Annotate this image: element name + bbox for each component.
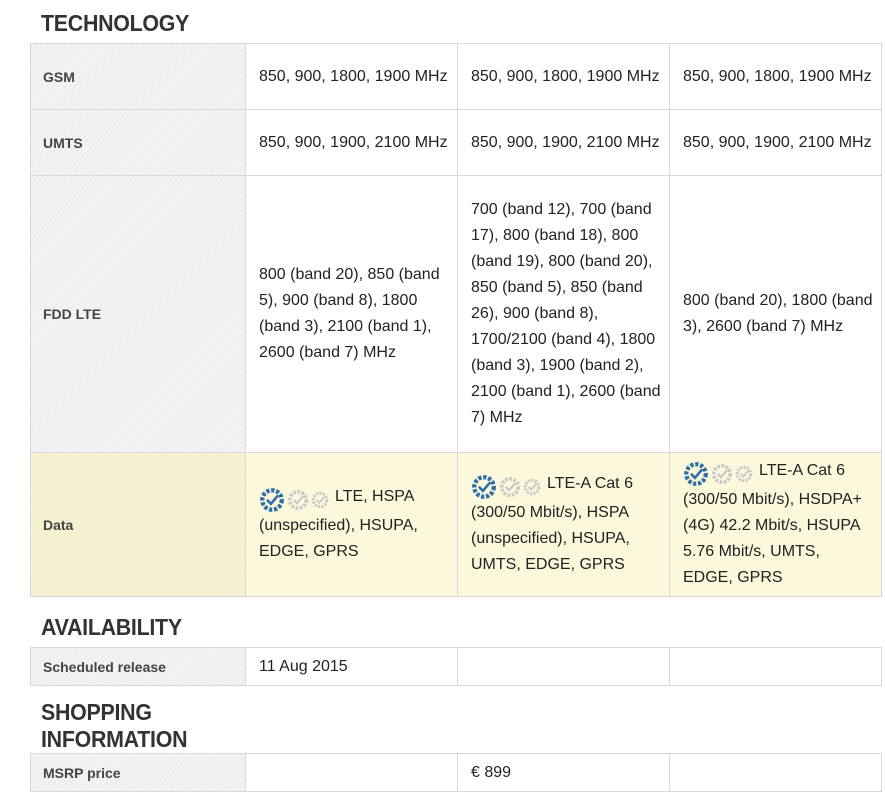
data-value-1: LTE, HSPA (unspecified), HSUPA, EDGE, GP… <box>245 452 458 597</box>
msrp-price-value-1 <box>245 753 458 792</box>
section-title-technology: TECHNOLOGY <box>41 10 190 36</box>
data-value-2: LTE-A Cat 6 (300/50 Mbit/s), HSPA (unspe… <box>457 452 670 597</box>
speed-rating-icon <box>259 487 331 513</box>
row-label-fdd-lte: FDD LTE <box>30 175 246 453</box>
table-row-scheduled-release: Scheduled release 11 Aug 2015 <box>30 647 882 686</box>
section-title-line-1: SHOPPING <box>41 699 152 725</box>
table-row-msrp-price: MSRP price € 899 <box>30 753 882 792</box>
technology-table: GSM 850, 900, 1800, 1900 MHz 850, 900, 1… <box>30 43 882 597</box>
row-label-gsm: GSM <box>30 43 246 110</box>
row-label-msrp-price: MSRP price <box>30 753 246 792</box>
msrp-price-value-3 <box>669 753 882 792</box>
gsm-value-3: 850, 900, 1800, 1900 MHz <box>669 43 882 110</box>
table-row-data: Data LTE, HSPA (unspecified), HSUPA, EDG… <box>30 452 882 597</box>
table-row-umts: UMTS 850, 900, 1900, 2100 MHz 850, 900, … <box>30 109 882 176</box>
table-row-gsm: GSM 850, 900, 1800, 1900 MHz 850, 900, 1… <box>30 43 882 110</box>
availability-table: Scheduled release 11 Aug 2015 <box>30 647 882 686</box>
umts-value-2: 850, 900, 1900, 2100 MHz <box>457 109 670 176</box>
speed-rating-icon <box>471 474 543 500</box>
row-label-umts: UMTS <box>30 109 246 176</box>
data-value-3: LTE-A Cat 6 (300/50 Mbit/s), HSDPA+ (4G)… <box>669 452 882 597</box>
shopping-table: MSRP price € 899 <box>30 753 882 792</box>
umts-value-3: 850, 900, 1900, 2100 MHz <box>669 109 882 176</box>
msrp-price-value-2: € 899 <box>457 753 670 792</box>
scheduled-release-value-1: 11 Aug 2015 <box>245 647 458 686</box>
speed-rating-icon <box>683 461 755 487</box>
scheduled-release-value-2 <box>457 647 670 686</box>
gsm-value-2: 850, 900, 1800, 1900 MHz <box>457 43 670 110</box>
fdd-lte-value-2: 700 (band 12), 700 (band 17), 800 (band … <box>457 175 670 453</box>
scheduled-release-value-3 <box>669 647 882 686</box>
gsm-value-1: 850, 900, 1800, 1900 MHz <box>245 43 458 110</box>
row-label-data: Data <box>30 452 246 597</box>
section-title-line-2: INFORMATION <box>41 726 188 752</box>
section-title-shopping-information: SHOPPING INFORMATION <box>41 699 188 753</box>
umts-value-1: 850, 900, 1900, 2100 MHz <box>245 109 458 176</box>
table-row-fdd-lte: FDD LTE 800 (band 20), 850 (band 5), 900… <box>30 175 882 453</box>
fdd-lte-value-3: 800 (band 20), 1800 (band 3), 2600 (band… <box>669 175 882 453</box>
row-label-scheduled-release: Scheduled release <box>30 647 246 686</box>
section-title-availability: AVAILABILITY <box>41 614 182 640</box>
fdd-lte-value-1: 800 (band 20), 850 (band 5), 900 (band 8… <box>245 175 458 453</box>
